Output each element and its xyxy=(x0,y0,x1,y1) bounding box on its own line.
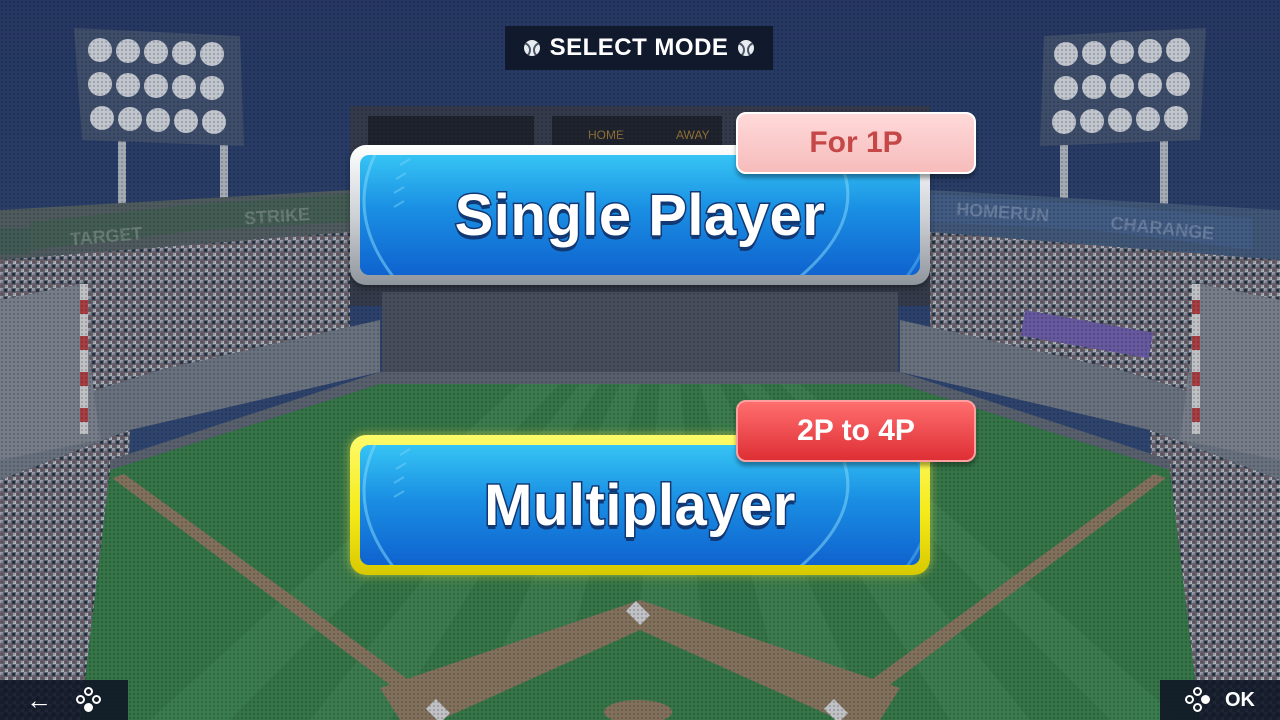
back-control-hint[interactable]: ← xyxy=(0,680,128,720)
title-banner: SELECT MODE xyxy=(505,26,773,70)
2p-to-4p-tag: 2P to 4P xyxy=(736,400,976,462)
ok-label: OK xyxy=(1225,688,1255,711)
page-title: SELECT MODE xyxy=(549,34,729,61)
multiplayer-label: Multiplayer xyxy=(483,471,797,539)
scoreboard-home: HOME xyxy=(588,128,624,142)
for-1p-tag: For 1P xyxy=(736,112,976,174)
controller-buttons-icon xyxy=(1185,687,1211,713)
single-player-label: Single Player xyxy=(453,181,826,249)
baseball-icon xyxy=(738,40,755,56)
stadium-background: HOME AWAY TARGET STRIKE HOMERUN CHARANGE xyxy=(0,0,1280,720)
scoreboard-away: AWAY xyxy=(676,128,710,142)
ok-control-hint[interactable]: OK xyxy=(1160,680,1280,720)
controller-buttons-icon xyxy=(76,687,102,713)
back-arrow-icon: ← xyxy=(26,685,52,715)
multiplayer-button-face: Multiplayer xyxy=(360,445,920,565)
baseball-icon xyxy=(523,40,540,56)
